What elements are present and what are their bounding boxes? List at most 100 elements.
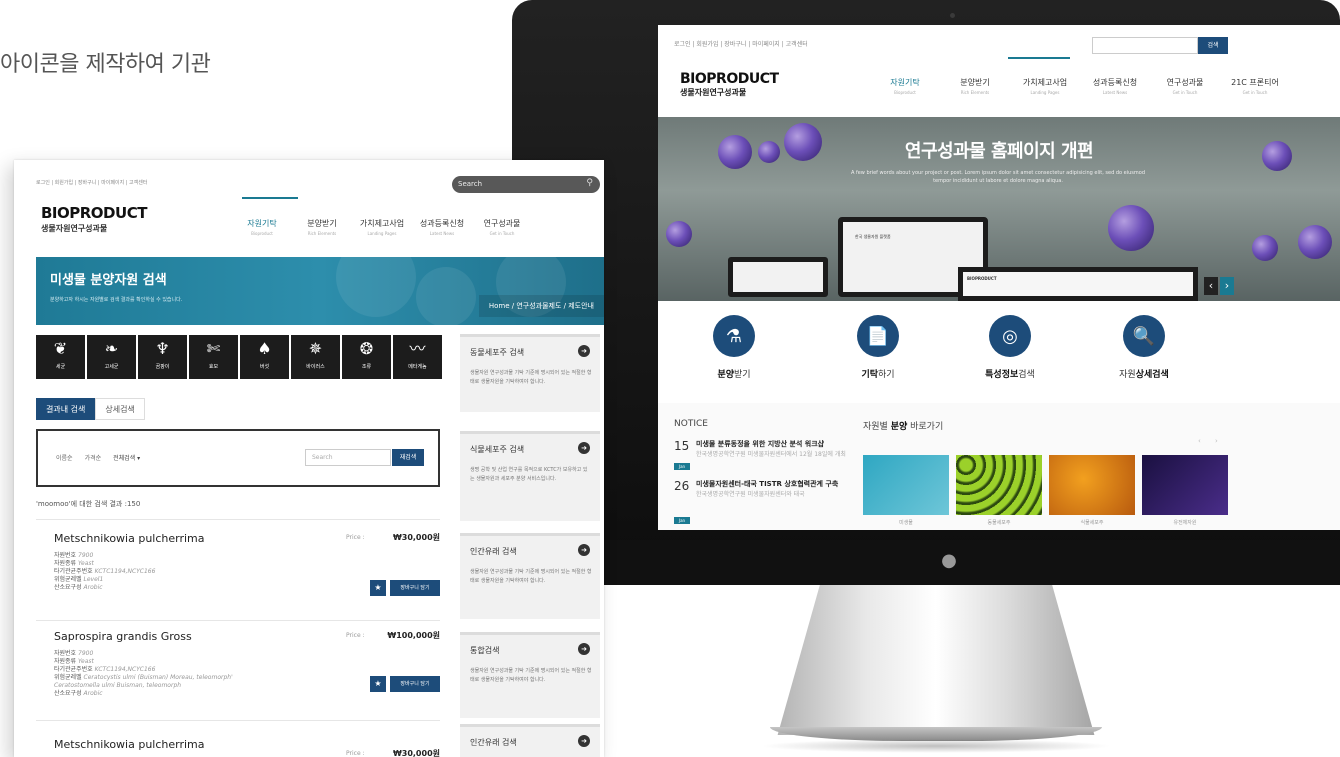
- nav-item-deposit[interactable]: 자원기탁 Bioproduct: [878, 77, 932, 95]
- search-input[interactable]: Search ⚲: [452, 176, 600, 193]
- apple-logo-icon: ●: [941, 550, 957, 571]
- monitor-screen: 로그인 | 회원가입 | 장바구니 | 마이페이지 | 고객센터 검색 BIOP…: [658, 25, 1340, 530]
- microbe-thumb[interactable]: [863, 455, 949, 515]
- tab-detail-search[interactable]: 상세검색: [95, 398, 145, 420]
- main-nav: 자원기탁 Bioproduct 분양받기 Rich Elements 가치제고사업 L…: [878, 77, 1282, 95]
- bacteria-icon: ❦: [53, 339, 68, 358]
- research-button[interactable]: 재검색: [392, 449, 424, 466]
- sort-by-name[interactable]: 이름순: [56, 453, 73, 462]
- site-logo-sub: 생물자원연구성과물: [41, 224, 108, 233]
- nav-item-results[interactable]: 연구성과물 Get in Touch: [1158, 77, 1212, 95]
- filter-search-input[interactable]: Search: [305, 449, 391, 466]
- notice-item[interactable]: 26 미생물자원센터-태국 TISTR 상호협력관계 구축 한국생명공학연구원 미…: [674, 479, 854, 498]
- arrow-right-icon: ➜: [578, 643, 590, 655]
- document-icon: 📄: [857, 315, 899, 357]
- star-icon[interactable]: ★: [370, 676, 386, 692]
- quick-deposit[interactable]: 📄 기탁하기: [818, 315, 938, 380]
- add-to-cart-button[interactable]: 장바구니 담기: [390, 676, 440, 692]
- genome-thumb[interactable]: [1142, 455, 1228, 515]
- side-human-origin[interactable]: 인간유래 검색 ➜ 생물자원 연구성과물 기탁 기준에 명시되어 있는 적절한 …: [460, 533, 600, 619]
- result-name[interactable]: Metschnikowia pulcherrima: [54, 738, 440, 751]
- quick-detail-search[interactable]: 🔍 자원상세검색: [1084, 315, 1204, 380]
- shortcut-title: 자원별 분양 바로가기: [863, 422, 944, 432]
- breadcrumb[interactable]: Home / 연구성과물제도 / 제도안내: [478, 295, 604, 317]
- nav-item-distribution[interactable]: 분양받기 Rich Elements: [948, 77, 1002, 95]
- notice-item[interactable]: 15 미생물 분류동정을 위한 지방산 분석 워크샵 한국생명공학연구원 미생물자…: [674, 439, 854, 458]
- util-links[interactable]: 로그인 | 회원가입 | 장바구니 | 마이페이지 | 고객센터: [674, 39, 808, 48]
- shortcut-label: 동물세포주: [987, 520, 1011, 526]
- nav-item-register[interactable]: 성과등록신청 Latest News: [416, 218, 468, 236]
- page-banner: 미생물 분양자원 검색 분양하고자 하시는 자원별로 검색 결과를 확인하실 수…: [36, 257, 604, 325]
- cell-decoration: [666, 221, 692, 247]
- result-item: Metschnikowia pulcherrima Price : ₩30,00…: [54, 738, 440, 757]
- category-metagenome[interactable]: 〰 메타게놈: [393, 335, 442, 379]
- nav-item-frontier[interactable]: 21C 프론티어 Get in Touch: [1228, 77, 1282, 95]
- promo-caption: 아이콘을 제작하여 기관: [0, 52, 211, 77]
- main-nav: 자원기탁 Bioproduct 분양받기 Rich Elements 가치제고사업 L…: [236, 218, 528, 236]
- tab-result-search[interactable]: 결과내 검색: [36, 398, 96, 420]
- cell-decoration: [1108, 205, 1154, 251]
- algae-icon: ❂: [359, 339, 374, 358]
- hero-subtitle: A few brief words about your project or …: [850, 170, 1146, 184]
- mushroom-icon: ♠: [257, 339, 272, 358]
- archaea-icon: ❧: [104, 339, 119, 358]
- search-tabs: 결과내 검색 상세검색: [36, 398, 145, 420]
- imac-monitor: ● 로그인 | 회원가입 | 장바구니 | 마이페이지 | 고객센터 검색 BI…: [512, 0, 1340, 585]
- search-input[interactable]: [1092, 37, 1198, 54]
- add-to-cart-button[interactable]: 장바구니 담기: [390, 580, 440, 596]
- monitor-chin: [512, 540, 1340, 585]
- category-yeast[interactable]: ✄ 효모: [189, 335, 238, 379]
- category-algae[interactable]: ❂ 조류: [342, 335, 391, 379]
- util-links[interactable]: 로그인 | 회원가입 | 장바구니 | 마이페이지 | 고객센터: [36, 179, 147, 186]
- search-scope-dropdown[interactable]: 전체검색 ▾: [113, 453, 140, 462]
- nav-item-value[interactable]: 가치제고사업 Landing Pages: [356, 218, 408, 236]
- category-archaea[interactable]: ❧ 고세균: [87, 335, 136, 379]
- category-mushroom[interactable]: ♠ 버섯: [240, 335, 289, 379]
- result-name[interactable]: Metschnikowia pulcherrima: [54, 532, 440, 545]
- arrow-right-icon: ➜: [578, 345, 590, 357]
- side-integrated-search[interactable]: 통합검색 ➜ 생물자원 연구성과물 기탁 기준에 명시되어 있는 적절한 형태로…: [460, 632, 600, 718]
- result-count: 'moomoo'에 대한 검색 결과 :150: [36, 500, 141, 508]
- category-virus[interactable]: ✵ 바이러스: [291, 335, 340, 379]
- search-page-mockup: 로그인 | 회원가입 | 장바구니 | 마이페이지 | 고객센터 Search …: [14, 160, 604, 757]
- virus-icon: ✵: [308, 339, 323, 358]
- notice-title: NOTICE: [674, 419, 708, 429]
- sort-by-price[interactable]: 가격순: [85, 453, 102, 462]
- hero-title: 연구성과물 홈페이지 개편: [904, 141, 1094, 162]
- nav-item-register[interactable]: 성과등록신청 Latest News: [1088, 77, 1142, 95]
- result-name[interactable]: Saprospira grandis Gross: [54, 630, 440, 643]
- category-bacteria[interactable]: ❦ 세균: [36, 335, 85, 379]
- nav-item-distribution[interactable]: 분양받기 Rich Elements: [296, 218, 348, 236]
- mini-caption: 한국 생물자원 플랫폼: [855, 234, 891, 239]
- nav-item-value[interactable]: 가치제고사업 Landing Pages: [1018, 77, 1072, 95]
- shortcut-pager[interactable]: ‹ ›: [1198, 437, 1224, 445]
- arrow-right-icon: ➜: [578, 442, 590, 454]
- search-button[interactable]: 검색: [1198, 37, 1228, 54]
- side-animal-cell[interactable]: 동물세포주 검색 ➜ 생물자원 연구성과물 기탁 기준에 명시되어 있는 적절한…: [460, 334, 600, 412]
- nav-item-deposit[interactable]: 자원기탁 Bioproduct: [236, 218, 288, 236]
- side-plant-cell[interactable]: 식물세포주 검색 ➜ 생명 공학 및 산업 연구를 목적으로 KCTC가 보유하…: [460, 431, 600, 521]
- page-subtitle: 분양하고자 하시는 자원별로 검색 결과를 확인하실 수 있습니다.: [50, 297, 183, 303]
- slider-prev-button[interactable]: ‹: [1204, 277, 1218, 295]
- result-price: ₩30,000원: [392, 533, 440, 542]
- plant-cell-thumb[interactable]: [1049, 455, 1135, 515]
- mold-icon: ♆: [155, 339, 170, 358]
- shortcut-label: 미생물: [899, 520, 913, 526]
- site-logo[interactable]: BIOPRODUCT: [41, 204, 147, 222]
- filter-box: 이름순 가격순 전체검색 ▾ Search 재검색: [36, 429, 440, 487]
- animal-cell-thumb[interactable]: [956, 455, 1042, 515]
- star-icon[interactable]: ★: [370, 580, 386, 596]
- slider-next-button[interactable]: ›: [1220, 277, 1234, 295]
- nav-item-results[interactable]: 연구성과물 Get in Touch: [476, 218, 528, 236]
- search-icon: ⚲: [586, 178, 593, 188]
- category-bar: ❦ 세균 ❧ 고세균 ♆ 곰팡이 ✄ 효모 ♠ 버섯 ✵ 바이러스 ❂ 조류 〰 메타게놈: [36, 335, 442, 379]
- quick-trait-search[interactable]: ◎ 특성정보검색: [950, 315, 1070, 380]
- result-item: Metschnikowia pulcherrima Price : ₩30,00…: [54, 532, 440, 628]
- category-mold[interactable]: ♆ 곰팡이: [138, 335, 187, 379]
- side-human-origin-2[interactable]: 인간유래 검색 ➜: [460, 724, 600, 757]
- site-logo[interactable]: BIOPRODUCT: [680, 71, 779, 87]
- arrow-right-icon: ➜: [578, 544, 590, 556]
- notice-month-badge: Jan: [674, 517, 690, 524]
- quick-distribution[interactable]: ⚗ 분양받기: [674, 315, 794, 380]
- site-logo-sub: 생물자원연구성과물: [680, 88, 747, 97]
